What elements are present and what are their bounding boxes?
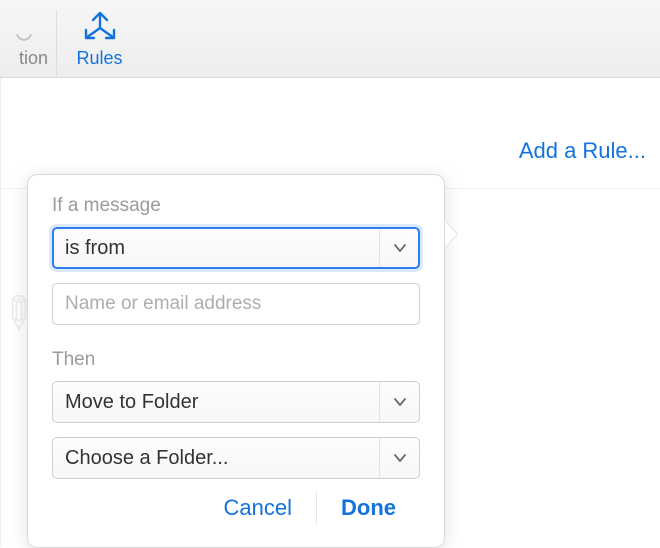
cancel-button[interactable]: Cancel [200,485,316,531]
rule-popover: If a message is from Then Move to Folder… [27,174,445,548]
action-dropdown-value: Move to Folder [65,391,198,414]
target-dropdown[interactable]: Choose a Folder... [52,437,420,479]
target-dropdown-value: Choose a Folder... [65,447,228,470]
toolbar-label-rules: Rules [57,48,142,69]
value-input[interactable] [52,283,420,325]
action-label: Then [52,349,420,371]
action-dropdown[interactable]: Move to Folder [52,381,420,423]
condition-label: If a message [52,195,420,217]
content-area: ✎ Add a Rule... If a message is from The… [0,78,660,546]
chevron-down-icon [379,438,419,478]
popover-actions: Cancel Done [52,485,420,531]
popover-arrow-icon [432,219,458,249]
add-rule-link[interactable]: Add a Rule... [519,138,646,164]
expand-icon [0,16,48,42]
condition-dropdown[interactable]: is from [52,227,420,269]
condition-dropdown-value: is from [65,237,125,260]
toolbar: tion Rules [0,0,660,78]
toolbar-item-truncated[interactable]: tion [0,16,56,77]
done-button[interactable]: Done [317,485,420,531]
toolbar-label-truncated: tion [0,48,48,69]
chevron-down-icon [379,382,419,422]
rules-arrows-icon [57,10,142,42]
chevron-down-icon [379,229,419,267]
toolbar-item-rules[interactable]: Rules [56,10,142,77]
